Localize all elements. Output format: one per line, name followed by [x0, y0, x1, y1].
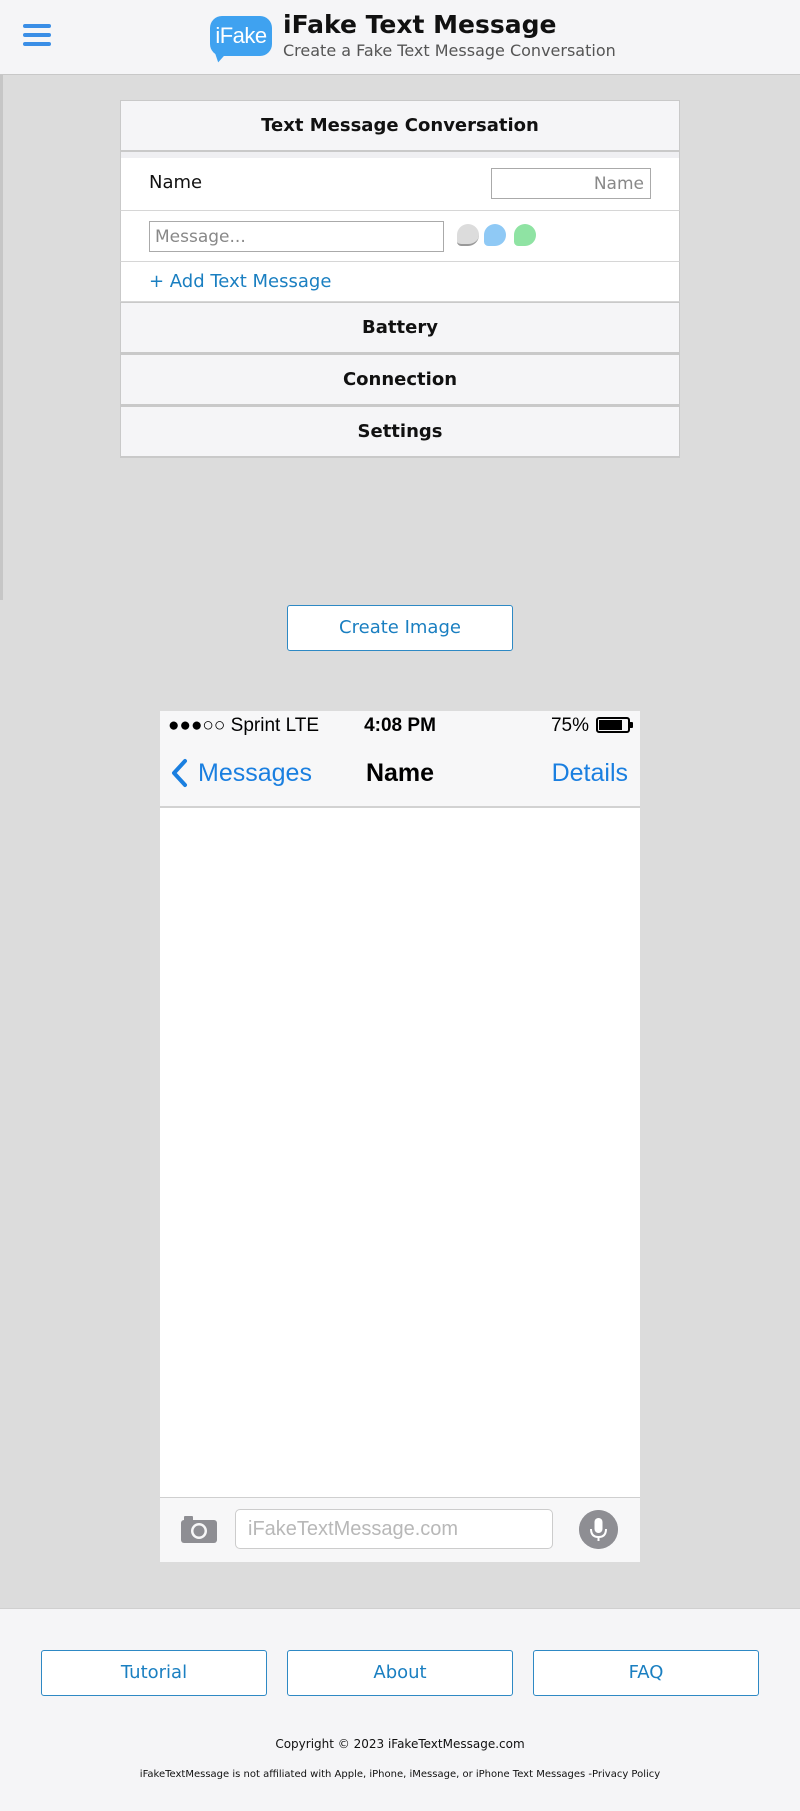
- microphone-icon[interactable]: [579, 1510, 618, 1549]
- site-subtitle: Create a Fake Text Message Conversation: [283, 41, 616, 60]
- battery-percent: 75%: [550, 715, 589, 736]
- hamburger-menu-icon[interactable]: [23, 24, 51, 46]
- name-label: Name: [149, 172, 203, 193]
- connection-section-header[interactable]: Connection: [120, 354, 680, 406]
- site-title: iFake Text Message: [283, 10, 557, 39]
- disclaimer-text: iFakeTextMessage is not affiliated with …: [0, 1769, 800, 1780]
- imessage-text-field[interactable]: iFakeTextMessage.com: [235, 1509, 553, 1549]
- gray-bubble-icon[interactable]: [457, 224, 479, 246]
- disclaimer-body: iFakeTextMessage is not affiliated with …: [139, 1769, 593, 1780]
- add-message-row: + Add Text Message: [120, 262, 680, 302]
- privacy-policy-link[interactable]: Privacy Policy: [592, 1769, 660, 1780]
- conversation-section-header[interactable]: Text Message Conversation: [120, 100, 680, 152]
- phone-preview: ●●●○○ Sprint LTE 4:08 PM 75% Messages Na…: [160, 711, 640, 1562]
- ifake-logo[interactable]: iFake: [210, 16, 272, 56]
- details-link[interactable]: Details: [552, 759, 628, 788]
- blue-bubble-icon[interactable]: [484, 224, 506, 246]
- status-bar: ●●●○○ Sprint LTE 4:08 PM 75%: [160, 711, 640, 741]
- faq-button[interactable]: FAQ: [533, 1650, 759, 1696]
- green-bubble-icon[interactable]: [514, 224, 536, 246]
- site-footer: Tutorial About FAQ Copyright © 2023 iFak…: [0, 1608, 800, 1811]
- message-row: [120, 211, 680, 262]
- site-header: iFake iFake Text Message Create a Fake T…: [0, 0, 800, 75]
- tutorial-button[interactable]: Tutorial: [41, 1650, 267, 1696]
- settings-section-header[interactable]: Settings: [120, 406, 680, 458]
- message-input-bar: iFakeTextMessage.com: [160, 1497, 640, 1562]
- battery-section-header[interactable]: Battery: [120, 302, 680, 354]
- name-row: Name: [120, 158, 680, 211]
- chat-area: [160, 808, 640, 1497]
- nav-bar: Messages Name Details: [160, 741, 640, 808]
- camera-icon[interactable]: [180, 1514, 218, 1544]
- name-input[interactable]: [491, 168, 651, 199]
- create-image-button[interactable]: Create Image: [287, 605, 513, 651]
- conversation-panel: Text Message Conversation Name + Add Tex…: [120, 100, 680, 458]
- battery-icon: [596, 717, 633, 733]
- about-button[interactable]: About: [287, 1650, 513, 1696]
- message-input[interactable]: [149, 221, 444, 252]
- copyright-text: Copyright © 2023 iFakeTextMessage.com: [275, 1737, 525, 1751]
- add-text-message-link[interactable]: + Add Text Message: [149, 271, 331, 292]
- left-edge-divider: [0, 75, 3, 600]
